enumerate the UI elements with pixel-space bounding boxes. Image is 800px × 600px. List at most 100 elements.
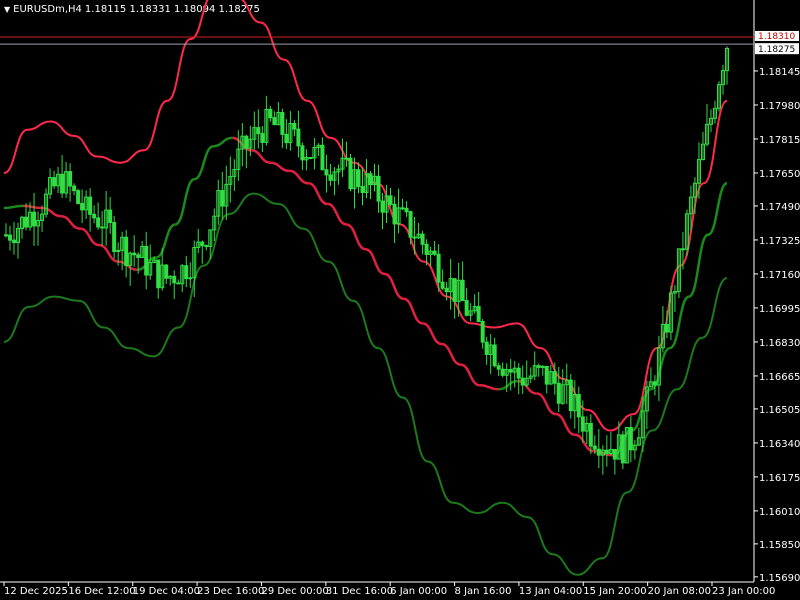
middle-band-segment <box>213 136 233 148</box>
candle-body <box>360 186 365 193</box>
candle-body <box>492 344 497 367</box>
candle-body <box>496 365 501 370</box>
y-tick-label: 1.17650 <box>759 169 800 180</box>
y-tick-label: 1.16175 <box>759 473 800 484</box>
candle-body <box>8 234 13 241</box>
candle-body <box>136 254 141 258</box>
middle-band-segment <box>688 233 709 298</box>
x-tick-label: 20 Jan 08:00 <box>648 586 711 597</box>
candle-body <box>580 416 585 432</box>
middle-band-segment <box>60 214 81 230</box>
candle-body <box>568 379 573 412</box>
middle-band-segment <box>193 144 214 181</box>
candle-body <box>540 365 545 368</box>
candle-body <box>536 365 541 368</box>
middle-band-segment <box>403 297 423 325</box>
middle-band-segment <box>460 363 481 387</box>
candle-body <box>296 128 301 147</box>
middle-band-segment <box>3 204 24 210</box>
candle-body <box>52 177 57 187</box>
middle-band-segment <box>536 392 557 416</box>
candle-body <box>132 252 137 256</box>
candle-body <box>244 135 249 149</box>
y-tick-label: 1.16340 <box>759 439 800 450</box>
x-tick-label: 16 Dec 12:00 <box>68 586 135 597</box>
candle-body <box>88 196 93 215</box>
candle-body <box>96 217 101 228</box>
candle-body <box>596 448 601 456</box>
candle-body <box>144 245 149 276</box>
current-price-label: 1.18275 <box>758 45 795 55</box>
y-tick-label: 1.16010 <box>759 507 800 518</box>
candle-body <box>112 222 117 253</box>
candle-body <box>32 211 37 227</box>
candle-body <box>388 195 393 205</box>
middle-band-segment <box>251 149 271 164</box>
candle-body <box>256 127 261 135</box>
candle-body <box>588 422 593 447</box>
candle-body <box>200 241 205 247</box>
price-chart[interactable]: 1.18145 1.17980 1.17815 1.17650 1.17490 1.173… <box>0 0 800 600</box>
candle-body <box>432 250 437 255</box>
y-tick-label: 1.17815 <box>759 135 800 146</box>
y-tick-label: 1.16995 <box>759 304 800 315</box>
candle-body <box>92 213 97 219</box>
candle-body <box>348 157 353 190</box>
candle-body <box>156 259 161 289</box>
y-tick-label: 1.17490 <box>759 202 800 213</box>
candle-body <box>628 427 633 451</box>
candle-body <box>76 190 81 204</box>
candle-body <box>620 434 625 464</box>
candle-body <box>552 371 557 384</box>
candle-body <box>452 278 457 302</box>
candle-body <box>80 202 85 211</box>
x-tick-label: 15 Jan 20:00 <box>583 586 646 597</box>
middle-band-segment <box>384 272 404 300</box>
y-tick-label: 1.17980 <box>759 101 800 112</box>
candle-body <box>400 207 405 210</box>
candle-body <box>308 156 313 159</box>
middle-band-segment <box>346 223 366 251</box>
candle-body <box>220 189 225 207</box>
candle-body <box>408 211 413 238</box>
candle-body <box>172 275 177 284</box>
candle-body <box>404 207 409 213</box>
candle-body <box>480 321 485 343</box>
candle-body <box>556 382 561 404</box>
bid-price-label: 1.18310 <box>758 32 795 42</box>
middle-band-segment <box>79 227 100 247</box>
candle-body <box>60 173 65 194</box>
candle-body <box>380 200 385 213</box>
candle-body <box>12 239 17 244</box>
middle-band-segment <box>365 247 385 276</box>
candle-body <box>420 233 425 245</box>
x-tick-label: 31 Dec 16:00 <box>326 586 393 597</box>
candle-body <box>516 367 521 379</box>
candle-body <box>280 111 285 135</box>
middle-band-segment <box>308 182 328 206</box>
middle-band-segment <box>555 412 576 436</box>
chart-window[interactable]: ▼ EURUSDm,H4 1.18115 1.18331 1.18094 1.1… <box>0 0 800 600</box>
y-tick-label: 1.15690 <box>759 573 800 584</box>
x-tick-label: 19 Dec 04:00 <box>133 586 200 597</box>
middle-band-segment <box>155 223 176 259</box>
candle-body <box>508 369 513 373</box>
candle-body <box>260 133 265 143</box>
x-tick-label: 8 Jan 16:00 <box>455 586 512 597</box>
candle-body <box>268 108 273 119</box>
candle-body <box>100 226 105 229</box>
candle-body <box>592 445 597 450</box>
candle-body <box>292 122 297 130</box>
candle-body <box>328 174 333 181</box>
candle-body <box>164 264 169 279</box>
middle-band-segment <box>479 383 499 391</box>
candle-body <box>612 448 617 460</box>
x-tick-label: 29 Dec 00:00 <box>261 586 328 597</box>
candle-body <box>484 341 489 355</box>
candle-body <box>320 144 325 171</box>
candle-body <box>464 299 469 316</box>
candle-body <box>284 133 289 144</box>
candle-body <box>664 323 669 333</box>
y-tick-label: 1.17325 <box>759 236 800 247</box>
middle-band-segment <box>707 182 728 237</box>
